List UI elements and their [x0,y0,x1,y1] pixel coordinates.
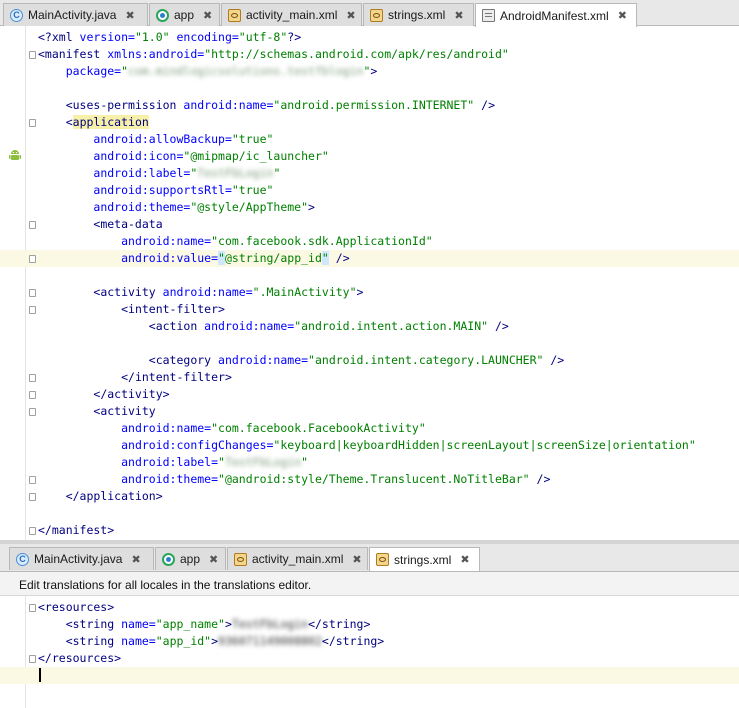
close-icon[interactable]: ✖ [125,9,134,22]
code-line: <activity android:name=".MainActivity"> [93,285,364,299]
code-line-current: android:value="@string/app_id" /> [0,250,739,267]
fold-toggle-icon[interactable] [29,289,36,297]
tab-app[interactable]: app ✖ [155,547,226,570]
code-line: android:label="TestFbLogin" [121,455,309,469]
tab-android-manifest-xml[interactable]: AndroidManifest.xml ✖ [475,3,637,27]
module-icon [156,8,169,22]
manifest-editor[interactable]: <?xml version="1.0" encoding="utf-8"?> <… [0,26,739,540]
close-icon[interactable]: ✖ [203,9,212,22]
code-line: android:name="com.facebook.FacebookActiv… [121,421,426,435]
code-line: </intent-filter> [121,370,232,384]
translations-editor-banner: Edit translations for all locales in the… [0,572,739,596]
code-line-current [0,667,739,684]
fold-toggle-icon[interactable] [29,51,36,59]
tab-label: strings.xml [394,552,452,567]
tab-label: activity_main.xml [252,552,344,566]
fold-toggle-icon[interactable] [29,527,36,535]
fold-toggle-icon[interactable] [29,306,36,314]
fold-toggle-icon[interactable] [29,119,36,127]
code-line: android:supportsRtl="true" [93,183,274,197]
code-line: </application> [65,489,163,503]
code-line: </resources> [38,651,122,665]
tab-strings-xml[interactable]: strings.xml ✖ [363,3,474,26]
close-icon[interactable]: ✖ [460,553,469,566]
code-line: <uses-permission android:name="android.p… [65,98,495,112]
tab-label: activity_main.xml [246,8,338,22]
close-icon[interactable]: ✖ [346,9,355,22]
close-icon[interactable]: ✖ [352,553,361,566]
code-line: android:icon="@mipmap/ic_launcher" [93,149,329,163]
tab-label: AndroidManifest.xml [500,8,609,23]
fold-toggle-icon[interactable] [29,408,36,416]
code-line: android:configChanges="keyboard|keyboard… [121,438,696,452]
translations-banner-text[interactable]: Edit translations for all locales in the… [19,578,311,592]
strings-editor[interactable]: <resources> <string name="app_name">Test… [0,596,739,708]
code-line: android:allowBackup="true" [93,132,274,146]
code-line: <intent-filter> [121,302,225,316]
tab-label: app [180,552,201,566]
code-line: <string name="app_id">936071149008802</s… [65,634,385,648]
top-editor-tabbar: C MainActivity.java ✖ app ✖ activity_mai… [0,0,739,27]
xml-layout-icon [234,552,247,566]
code-line: <manifest xmlns:android="http://schemas.… [38,47,509,61]
tab-label: MainActivity.java [28,8,117,22]
manifest-icon [482,9,495,22]
xml-values-icon [376,553,389,566]
code-line: <string name="app_name">TestFbLogin</str… [65,617,371,631]
tab-main-activity-java[interactable]: C MainActivity.java ✖ [9,547,154,570]
tab-label: app [174,8,195,22]
tab-strings-xml[interactable]: strings.xml ✖ [369,547,480,571]
xml-layout-icon [228,8,241,22]
xml-values-icon [370,8,383,22]
code-line: <meta-data [93,217,163,231]
tab-activity-main-xml[interactable]: activity_main.xml ✖ [221,3,362,26]
java-class-icon: C [16,552,29,566]
fold-toggle-icon[interactable] [29,493,36,501]
text-caret [39,668,41,682]
android-launcher-icon[interactable] [8,148,22,162]
code-line: <action android:name="android.intent.act… [148,319,509,333]
tab-activity-main-xml[interactable]: activity_main.xml ✖ [227,547,368,570]
code-line: android:theme="@android:style/Theme.Tran… [121,472,551,486]
code-line: android:name="com.facebook.sdk.Applicati… [121,234,433,248]
close-icon[interactable]: ✖ [454,9,463,22]
close-icon[interactable]: ✖ [131,553,140,566]
fold-toggle-icon[interactable] [29,476,36,484]
code-line: <activity [93,404,156,418]
tab-label: strings.xml [388,8,446,22]
close-icon[interactable]: ✖ [209,553,218,566]
code-line: <category android:name="android.intent.c… [148,353,565,367]
java-class-icon: C [10,8,23,22]
fold-toggle-icon[interactable] [29,391,36,399]
fold-toggle-icon[interactable] [29,655,36,663]
bottom-editor-tabbar: C MainActivity.java ✖ app ✖ activity_mai… [0,544,739,572]
tab-app[interactable]: app ✖ [149,3,220,26]
code-line: </activity> [93,387,170,401]
code-line: <?xml version="1.0" encoding="utf-8"?> [38,30,302,44]
fold-toggle-icon[interactable] [29,221,36,229]
fold-toggle-icon[interactable] [29,374,36,382]
close-icon[interactable]: ✖ [618,9,627,22]
fold-toggle-icon[interactable] [29,604,36,612]
tab-main-activity-java[interactable]: C MainActivity.java ✖ [3,3,148,26]
module-icon [162,552,175,566]
code-line: <application [65,115,149,129]
code-line: android:label="TestFbLogin" [93,166,281,180]
tab-label: MainActivity.java [34,552,123,566]
code-line: <resources> [38,600,115,614]
code-line: android:theme="@style/AppTheme"> [93,200,315,214]
code-line: </manifest> [38,523,115,537]
code-line: package="com.mindlogicsolutions.testfblo… [65,64,378,78]
fold-toggle-icon[interactable] [29,255,36,263]
